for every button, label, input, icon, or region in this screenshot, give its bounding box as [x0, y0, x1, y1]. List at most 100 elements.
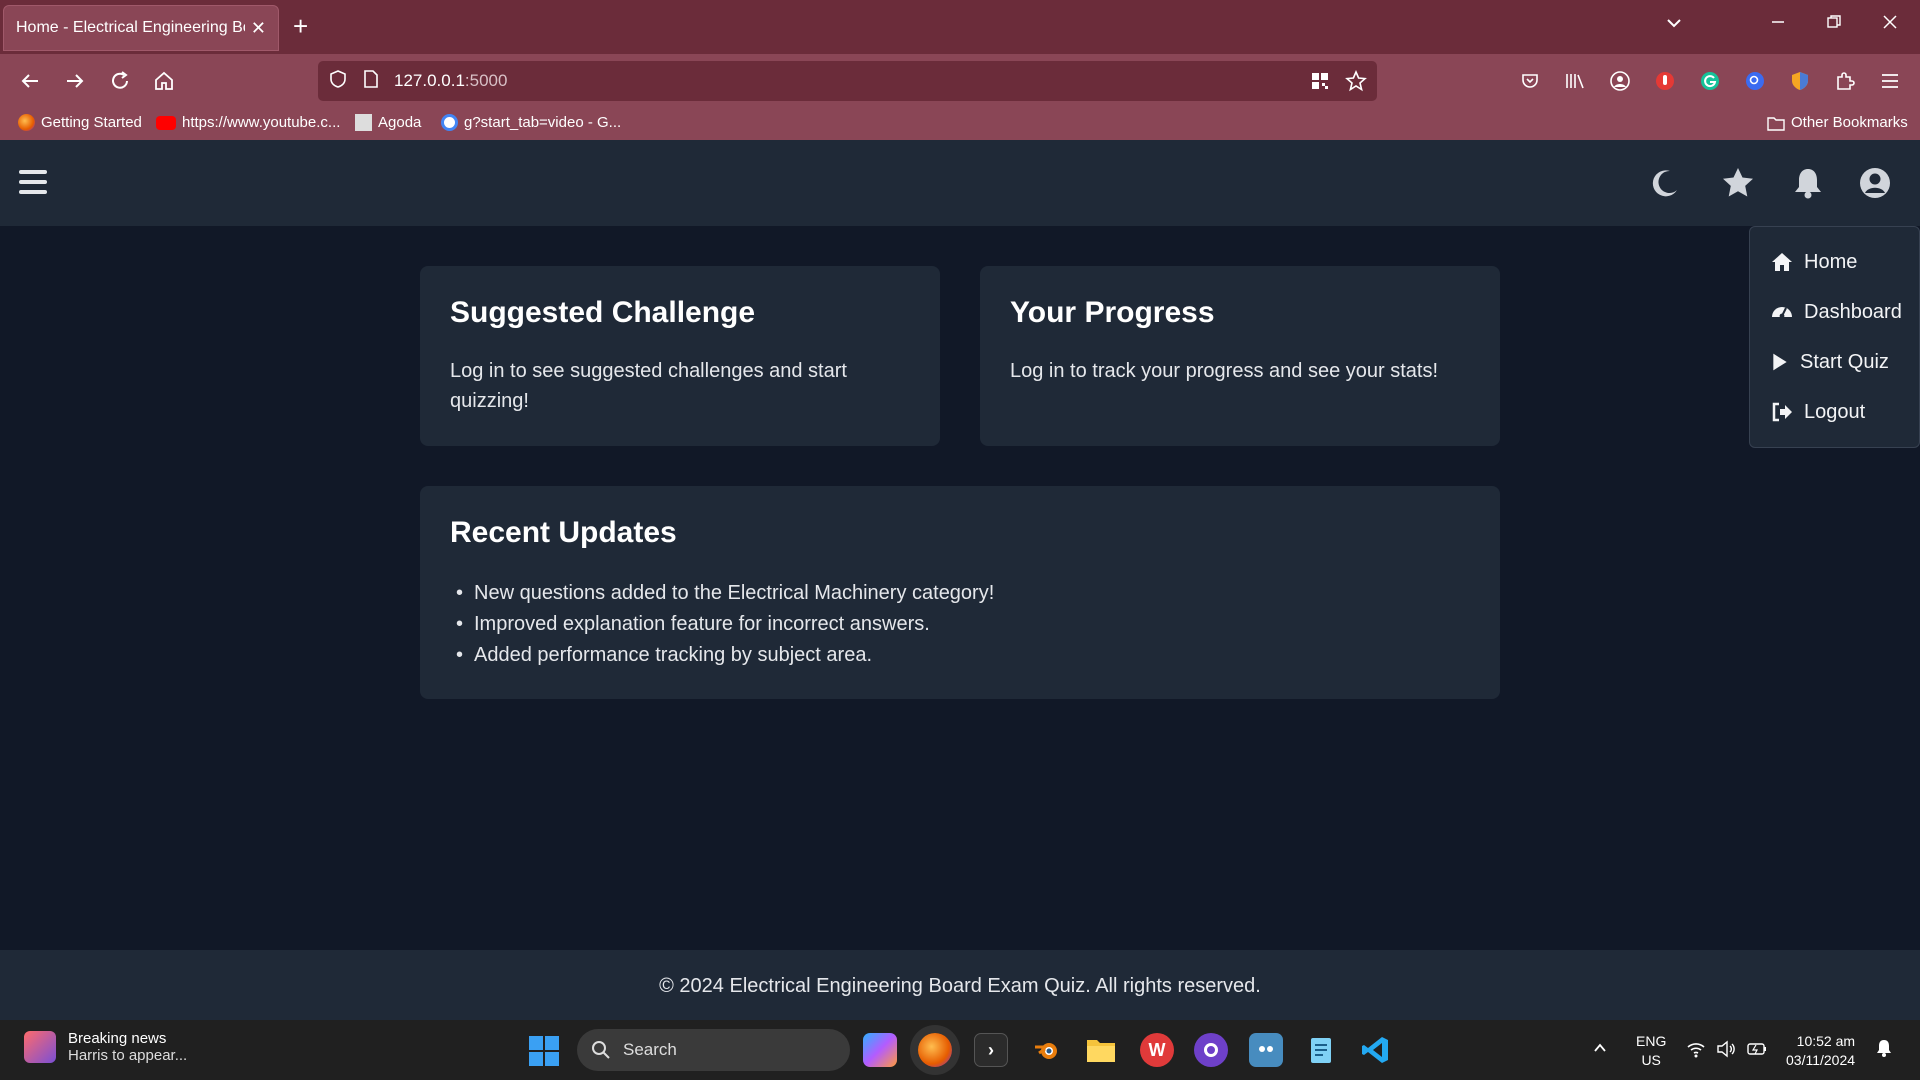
clock[interactable]: 10:52 am 03/11/2024 — [1786, 1032, 1855, 1070]
footer-text: © 2024 Electrical Engineering Board Exam… — [659, 975, 1261, 997]
star-icon[interactable] — [1721, 166, 1755, 200]
other-bookmarks[interactable]: Other Bookmarks — [1767, 114, 1908, 131]
tab-title: Home - Electrical Engineering Board Exam… — [16, 19, 245, 36]
firefox-icon — [18, 114, 35, 131]
url-host: 127.0.0.1 — [394, 71, 465, 90]
menu-item-logout[interactable]: Logout — [1770, 397, 1865, 427]
news-subtitle: Harris to appear... — [68, 1047, 188, 1064]
clock-date: 03/11/2024 — [1786, 1052, 1856, 1068]
menu-item-label: Home — [1804, 250, 1858, 273]
restore-icon[interactable] — [1826, 14, 1842, 35]
account-circle-icon[interactable] — [1606, 67, 1634, 95]
minimize-icon[interactable] — [1770, 14, 1786, 35]
other-bookmarks-label: Other Bookmarks — [1791, 114, 1908, 131]
page-icon — [362, 69, 380, 94]
news-widget[interactable]: Breaking news Harris to appear... — [24, 1030, 187, 1064]
bookmarks-bar: Getting Started https://www.youtube.c...… — [0, 108, 1920, 140]
back-arrow-icon[interactable] — [15, 66, 45, 96]
menu-item-home[interactable]: Home — [1770, 247, 1857, 277]
new-tab-button[interactable]: + — [293, 13, 308, 39]
folder-icon — [1767, 116, 1785, 131]
bookmark-getting-started[interactable]: Getting Started — [18, 114, 142, 131]
battery-icon[interactable] — [1746, 1040, 1768, 1063]
bookmark-agoda[interactable]: Agoda — [355, 114, 421, 131]
menu-item-label: Start Quiz — [1800, 350, 1889, 373]
agoda-icon — [355, 114, 372, 131]
grammarly-icon[interactable] — [1696, 67, 1724, 95]
extensions-puzzle-icon[interactable] — [1831, 67, 1859, 95]
github-icon[interactable] — [1194, 1033, 1228, 1067]
notifications-bell-icon[interactable] — [1874, 1038, 1894, 1063]
extension-blue-icon[interactable] — [1741, 67, 1769, 95]
nav-dropdown-menu: Home Dashboard Start Quiz Logout — [1749, 226, 1920, 448]
google-icon — [441, 114, 458, 131]
language-code: ENG — [1636, 1033, 1667, 1049]
notepad-icon[interactable] — [1304, 1033, 1338, 1067]
app-menu-icon[interactable] — [1876, 67, 1904, 95]
language-indicator[interactable]: ENG US — [1636, 1032, 1666, 1070]
vscode-icon[interactable] — [1358, 1033, 1392, 1067]
region-code: US — [1641, 1052, 1661, 1068]
suggested-challenge-title: Suggested Challenge — [450, 296, 756, 329]
qr-code-icon[interactable] — [1310, 71, 1330, 96]
forward-arrow-icon[interactable] — [60, 66, 90, 96]
terminal-icon[interactable]: › — [974, 1033, 1008, 1067]
firefox-taskbar-icon[interactable] — [918, 1033, 952, 1067]
moon-icon[interactable] — [1648, 166, 1682, 200]
address-bar[interactable]: 127.0.0.1:5000 — [318, 61, 1377, 101]
recent-updates-card: Recent Updates New questions added to th… — [420, 486, 1500, 699]
list-item: Added performance tracking by subject ar… — [450, 640, 994, 671]
wifi-icon[interactable] — [1686, 1040, 1706, 1063]
pocket-icon[interactable] — [1516, 67, 1544, 95]
hamburger-menu-icon[interactable] — [19, 170, 47, 194]
news-title: Breaking news — [68, 1030, 167, 1047]
youtube-icon — [156, 115, 176, 130]
close-window-icon[interactable] — [1882, 14, 1898, 35]
library-icon[interactable] — [1561, 67, 1589, 95]
wps-office-icon[interactable]: W — [1140, 1033, 1174, 1067]
your-progress-text: Log in to track your progress and see yo… — [1010, 360, 1438, 382]
bookmark-youtube[interactable]: https://www.youtube.c... — [156, 114, 340, 131]
extension-red-hand-icon[interactable] — [1651, 67, 1679, 95]
gauge-icon — [1772, 307, 1792, 319]
windows-taskbar: Breaking news Harris to appear... Search… — [0, 1020, 1920, 1080]
suggested-challenge-text: Log in to see suggested challenges and s… — [450, 360, 847, 412]
bookmark-star-icon[interactable] — [1345, 69, 1367, 97]
list-item: New questions added to the Electrical Ma… — [450, 578, 994, 609]
user-circle-icon[interactable] — [1858, 166, 1892, 200]
blender-icon[interactable] — [1029, 1033, 1063, 1067]
start-button-icon[interactable] — [529, 1036, 559, 1066]
news-icon — [24, 1031, 56, 1063]
list-item: Improved explanation feature for incorre… — [450, 609, 994, 640]
extension-shield-icon[interactable] — [1786, 67, 1814, 95]
search-icon — [592, 1041, 610, 1059]
shield-icon[interactable] — [328, 69, 348, 94]
page-footer: © 2024 Electrical Engineering Board Exam… — [0, 950, 1920, 1020]
tab-close-icon[interactable]: ✕ — [251, 18, 266, 39]
file-explorer-icon[interactable] — [1084, 1033, 1118, 1067]
suggested-challenge-card: Suggested Challenge Log in to see sugges… — [420, 266, 940, 446]
taskbar-search[interactable]: Search — [577, 1029, 850, 1071]
tab-list-chevron-icon[interactable] — [1665, 14, 1683, 37]
bookmark-label: g?start_tab=video - G... — [464, 114, 622, 131]
url-text[interactable]: 127.0.0.1:5000 — [394, 71, 507, 91]
bookmark-google[interactable]: g?start_tab=video - G... — [441, 114, 621, 131]
clock-time: 10:52 am — [1796, 1033, 1856, 1049]
menu-item-dashboard[interactable]: Dashboard — [1770, 297, 1902, 327]
home-icon[interactable] — [149, 66, 179, 96]
logout-icon — [1772, 402, 1792, 422]
reload-icon[interactable] — [105, 66, 135, 96]
play-icon — [1773, 353, 1787, 371]
tray-overflow-chevron-icon[interactable] — [1592, 1040, 1608, 1061]
menu-item-start-quiz[interactable]: Start Quiz — [1770, 347, 1889, 377]
copilot-icon[interactable] — [863, 1033, 897, 1067]
browser-tab-active[interactable]: Home - Electrical Engineering Board Exam… — [3, 5, 279, 51]
bookmark-label: https://www.youtube.c... — [182, 114, 341, 131]
app-header — [0, 140, 1920, 226]
menu-item-label: Logout — [1804, 400, 1866, 423]
home-icon — [1772, 253, 1792, 271]
godot-icon[interactable] — [1249, 1033, 1283, 1067]
bell-icon[interactable] — [1791, 166, 1825, 200]
search-label: Search — [623, 1040, 677, 1059]
volume-icon[interactable] — [1716, 1040, 1736, 1063]
